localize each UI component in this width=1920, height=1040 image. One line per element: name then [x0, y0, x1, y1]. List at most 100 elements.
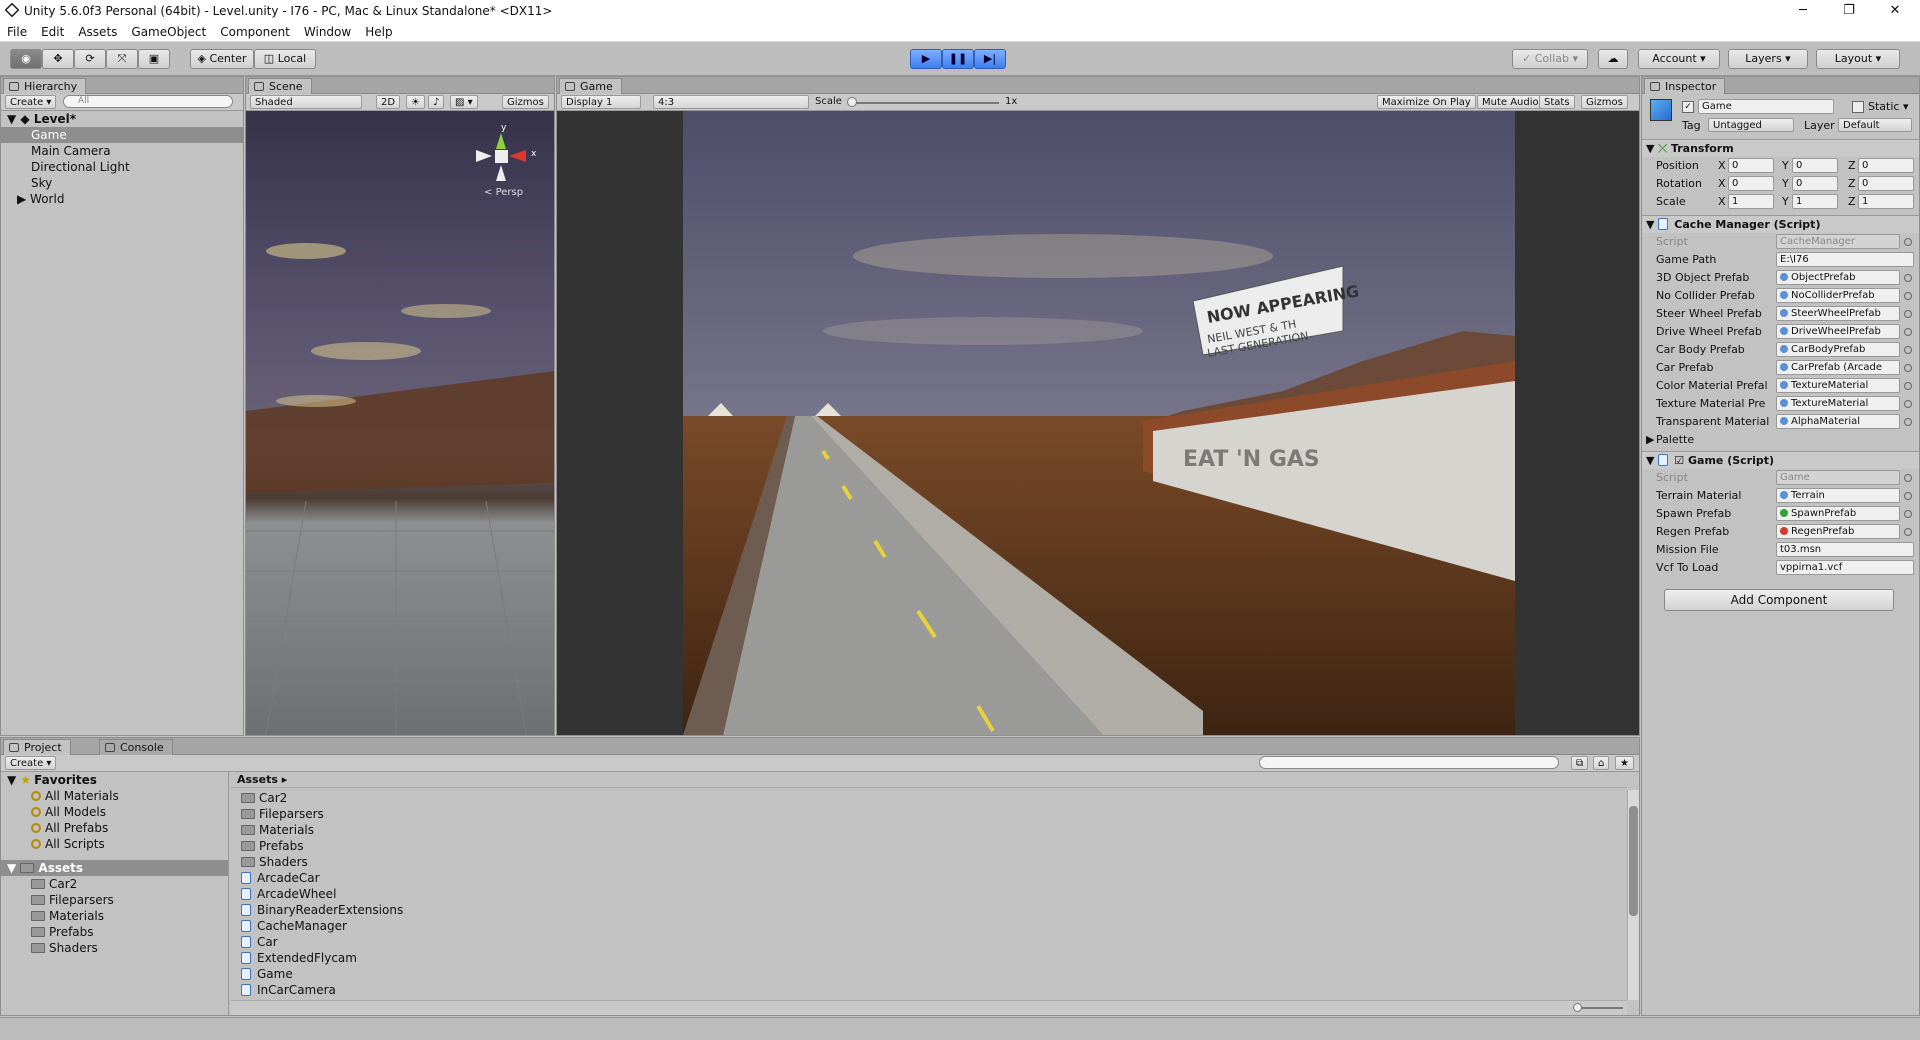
list-item[interactable]: BinaryReaderExtensions [241, 902, 1621, 918]
assets-section[interactable]: ▼ Assets [1, 860, 228, 876]
menu-help[interactable]: Help [358, 25, 399, 39]
object-picker-icon[interactable] [1904, 382, 1912, 390]
layers-dropdown[interactable]: Layers ▾ [1728, 49, 1808, 69]
game-viewport[interactable]: NOW APPEARING NEIL WEST & TH LAST GENERA… [557, 111, 1639, 735]
regen-prefab-field[interactable]: RegenPrefab [1776, 524, 1900, 539]
favorite-button[interactable]: ★ [1615, 756, 1634, 770]
scene-root[interactable]: ▼ ◆ Level* [1, 111, 243, 127]
filter-label-button[interactable]: ⌂ [1593, 756, 1610, 770]
list-item[interactable]: Materials [241, 822, 1621, 838]
scale-z-field[interactable]: 1 [1858, 194, 1914, 209]
menu-edit[interactable]: Edit [34, 25, 71, 39]
scrollbar-thumb[interactable] [1629, 806, 1638, 916]
object-name-input[interactable]: Game [1698, 99, 1834, 114]
move-tool-button[interactable]: ✥ [42, 49, 74, 69]
breadcrumb[interactable]: Assets ▸ [231, 772, 1627, 788]
minimize-button[interactable]: ─ [1780, 0, 1826, 22]
object-picker-icon[interactable] [1904, 310, 1912, 318]
enabled-checkbox[interactable]: ☑ [1674, 454, 1688, 467]
object-picker-icon[interactable] [1904, 418, 1912, 426]
mode-2d-toggle[interactable]: 2D [376, 95, 401, 109]
mission-file-input[interactable]: t03.msn [1776, 542, 1914, 557]
rotation-z-field[interactable]: 0 [1858, 176, 1914, 191]
palette-foldout[interactable]: ▶ Palette [1642, 431, 1919, 449]
tab-game[interactable]: Game [559, 78, 622, 94]
tab-inspector[interactable]: Inspector [1644, 78, 1726, 94]
hierarchy-item-directional-light[interactable]: Directional Light [1, 159, 243, 175]
transform-header[interactable]: ▼ ⤫ Transform [1642, 139, 1919, 157]
tag-dropdown[interactable]: Untagged [1708, 118, 1794, 132]
hierarchy-search-input[interactable]: All [63, 95, 233, 108]
rotate-tool-button[interactable]: ⟳ [74, 49, 106, 69]
account-dropdown[interactable]: Account ▾ [1638, 49, 1720, 69]
object-picker-icon[interactable] [1904, 292, 1912, 300]
tab-hierarchy[interactable]: Hierarchy [3, 78, 87, 94]
static-checkbox[interactable] [1852, 101, 1864, 113]
maximize-button[interactable]: ❐ [1826, 0, 1872, 22]
object-picker-icon[interactable] [1904, 492, 1912, 500]
object-prefab-field[interactable]: ObjectPrefab [1776, 270, 1900, 285]
menu-gameobject[interactable]: GameObject [124, 25, 213, 39]
list-item[interactable]: Car2 [241, 790, 1621, 806]
texture-material-field[interactable]: TextureMaterial [1776, 396, 1900, 411]
asset-folder-item[interactable]: Materials [1, 908, 228, 924]
layout-dropdown[interactable]: Layout ▾ [1816, 49, 1900, 69]
asset-folder-item[interactable]: Prefabs [1, 924, 228, 940]
mute-audio-toggle[interactable]: Mute Audio [1477, 95, 1544, 109]
active-checkbox[interactable]: ✓ [1682, 101, 1694, 113]
scene-viewport[interactable]: y x < Persp [246, 111, 554, 735]
favorite-item[interactable]: All Prefabs [1, 820, 228, 836]
list-item[interactable]: ExtendedFlycam [241, 950, 1621, 966]
position-z-field[interactable]: 0 [1858, 158, 1914, 173]
maximize-on-play-toggle[interactable]: Maximize On Play [1377, 95, 1476, 109]
step-button[interactable]: ▶| [974, 49, 1006, 69]
shading-mode-dropdown[interactable]: Shaded [250, 95, 362, 109]
tab-project[interactable]: Project [3, 739, 71, 755]
aspect-dropdown[interactable]: 4:3 [653, 95, 809, 109]
tab-console[interactable]: Console [99, 739, 173, 755]
menu-window[interactable]: Window [297, 25, 358, 39]
scale-slider-thumb[interactable] [847, 97, 857, 107]
object-picker-icon[interactable] [1904, 364, 1912, 372]
color-material-field[interactable]: TextureMaterial [1776, 378, 1900, 393]
hand-tool-button[interactable]: ◉ [10, 49, 42, 69]
position-x-field[interactable]: 0 [1728, 158, 1774, 173]
list-item[interactable]: Prefabs [241, 838, 1621, 854]
object-picker-icon[interactable] [1904, 238, 1912, 246]
scale-tool-button[interactable]: ⤧ [106, 49, 138, 69]
hierarchy-item-world[interactable]: ▶ World [1, 191, 243, 207]
lighting-toggle[interactable]: ☀ [406, 95, 425, 109]
asset-folder-item[interactable]: Shaders [1, 940, 228, 956]
list-item[interactable]: Fileparsers [241, 806, 1621, 822]
icon-size-slider[interactable] [1577, 1007, 1623, 1009]
menu-file[interactable]: File [0, 25, 34, 39]
scale-slider[interactable] [849, 102, 999, 104]
object-picker-icon[interactable] [1904, 400, 1912, 408]
scene-gizmos-dropdown[interactable]: Gizmos [502, 95, 549, 109]
spawn-prefab-field[interactable]: SpawnPrefab [1776, 506, 1900, 521]
scene-orientation-gizmo[interactable] [476, 133, 526, 181]
cache-manager-header[interactable]: ▼ Cache Manager (Script) [1642, 215, 1919, 233]
pivot-center-button[interactable]: ◈ Center [190, 49, 254, 69]
hierarchy-item-main-camera[interactable]: Main Camera [1, 143, 243, 159]
drive-wheel-prefab-field[interactable]: DriveWheelPrefab [1776, 324, 1900, 339]
object-picker-icon[interactable] [1904, 474, 1912, 482]
rect-tool-button[interactable]: ▣ [138, 49, 170, 69]
list-item[interactable]: InCarCamera [241, 982, 1621, 998]
favorites-section[interactable]: ▼ ★ Favorites [1, 772, 228, 788]
project-search-input[interactable] [1259, 756, 1559, 769]
object-picker-icon[interactable] [1904, 328, 1912, 336]
favorite-item[interactable]: All Materials [1, 788, 228, 804]
hierarchy-item-game[interactable]: Game [1, 127, 243, 143]
menu-component[interactable]: Component [213, 25, 297, 39]
effects-dropdown[interactable]: ▨ ▾ [450, 95, 478, 109]
scale-y-field[interactable]: 1 [1792, 194, 1838, 209]
favorite-item[interactable]: All Scripts [1, 836, 228, 852]
car-prefab-field[interactable]: CarPrefab (Arcade [1776, 360, 1900, 375]
close-button[interactable]: ✕ [1872, 0, 1918, 22]
layer-dropdown[interactable]: Default [1838, 118, 1912, 132]
position-y-field[interactable]: 0 [1792, 158, 1838, 173]
collab-button[interactable]: ✓ Collab ▾ [1512, 49, 1588, 69]
object-picker-icon[interactable] [1904, 346, 1912, 354]
game-gizmos-dropdown[interactable]: Gizmos [1581, 95, 1628, 109]
